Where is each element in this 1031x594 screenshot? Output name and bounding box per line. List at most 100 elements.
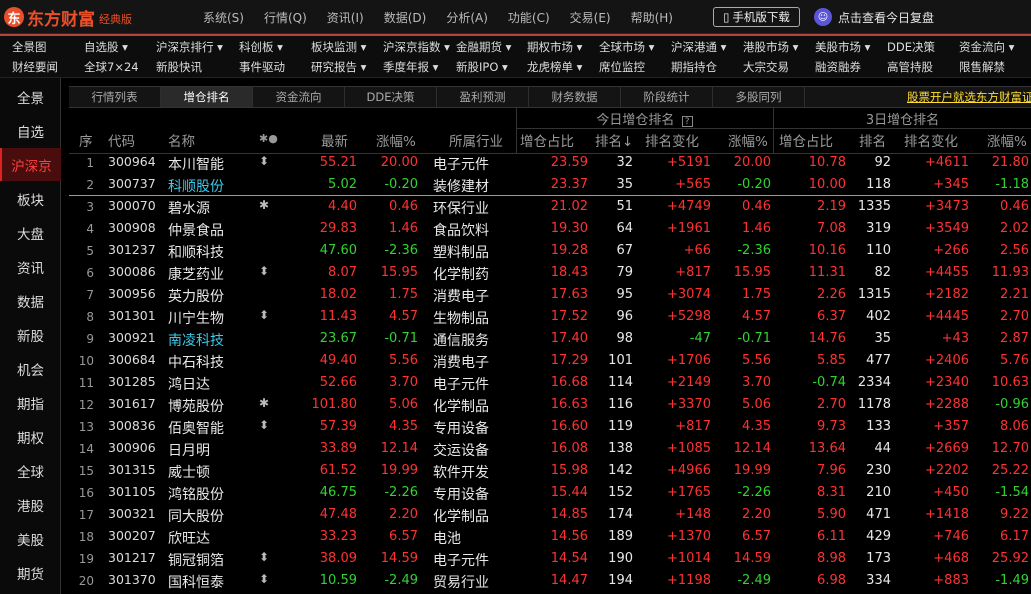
table-row[interactable]: 6 300086 康芝药业 ⬍ 8.07 15.95 化学制药 18.43 79 +817 15.9… — [69, 261, 1031, 283]
qm-dde[interactable]: DDE决策 — [887, 39, 935, 55]
sidebar-item-options[interactable]: 期权 — [0, 420, 61, 453]
sidebar-item-market[interactable]: 大盘 — [0, 216, 61, 249]
qm-hk-market[interactable]: 港股市场 ▾ — [743, 39, 798, 55]
help-icon[interactable]: ? — [681, 116, 693, 127]
menu-system[interactable]: 系统(S) — [203, 9, 244, 26]
sidebar-item-data[interactable]: 数据 — [0, 284, 61, 317]
table-row[interactable]: 5 301237 和顺科技 47.60 -2.36 塑料制品 19.28 67 +66 -2.36… — [69, 239, 1031, 261]
table-row[interactable]: 3 300070 碧水源 ✱ 4.40 0.46 环保行业 21.02 51 +4749 0.46 2… — [69, 195, 1031, 217]
qm-unlock[interactable]: 限售解禁 — [959, 59, 1005, 75]
qm-star-market[interactable]: 科创板 ▾ — [239, 39, 283, 55]
header-today-rank-change[interactable]: 排名变化 — [645, 130, 699, 150]
table-row[interactable]: 9 300921 南凌科技 23.67 -0.71 通信服务 17.40 98 -47 -0.71… — [69, 327, 1031, 349]
tab-stage-stats[interactable]: 阶段统计 — [621, 87, 713, 107]
qm-block-trade[interactable]: 大宗交易 — [743, 59, 789, 75]
header-3day-pct[interactable]: 涨幅% — [987, 130, 1027, 150]
qm-options[interactable]: 期权市场 ▾ — [527, 39, 582, 55]
sidebar-item-index-futures[interactable]: 期指 — [0, 386, 61, 419]
qm-futures[interactable]: 金融期货 ▾ — [456, 39, 511, 55]
header-flags[interactable]: ✱● — [259, 132, 278, 145]
qm-connect[interactable]: 沪深港通 ▾ — [671, 39, 726, 55]
sidebar-item-global[interactable]: 全球 — [0, 454, 61, 487]
header-price[interactable]: 最新 — [321, 130, 348, 150]
table-row[interactable]: 14 300906 日月明 33.89 12.14 交运设备 16.08 138 +1085 12… — [69, 437, 1031, 459]
qm-event-driven[interactable]: 事件驱动 — [239, 59, 285, 75]
header-name[interactable]: 名称 — [168, 130, 195, 150]
sidebar-item-opportunity[interactable]: 机会 — [0, 352, 61, 385]
header-code[interactable]: 代码 — [108, 130, 135, 150]
menu-help[interactable]: 帮助(H) — [631, 9, 673, 26]
qm-global-724[interactable]: 全球7×24 — [84, 59, 139, 75]
header-change-pct[interactable]: 涨幅% — [376, 130, 416, 150]
table-row[interactable]: 19 301217 铜冠铜箔 ⬍ 38.09 14.59 电子元件 14.54 190 +1014… — [69, 547, 1031, 569]
header-3day-rank-change[interactable]: 排名变化 — [904, 130, 958, 150]
sidebar-item-ipo[interactable]: 新股 — [0, 318, 61, 351]
daily-review-link[interactable]: ☺ 点击查看今日复盘 — [814, 8, 934, 26]
qm-insider[interactable]: 高管持股 — [887, 59, 933, 75]
table-row[interactable]: 18 300207 欣旺达 33.23 6.57 电池 14.56 189 +1370 6.57 6… — [69, 525, 1031, 547]
tab-multi-stock[interactable]: 多股同列 — [713, 87, 805, 107]
sidebar-item-sectors[interactable]: 板块 — [0, 182, 61, 215]
qm-ipo-news[interactable]: 新股快讯 — [156, 59, 202, 75]
qm-reports[interactable]: 季度年报 ▾ — [383, 59, 438, 75]
table-row[interactable]: 20 301370 国科恒泰 ⬍ 10.59 -2.49 贸易行业 14.47 194 +1198… — [69, 569, 1031, 591]
header-index[interactable]: 序 — [79, 130, 93, 150]
qm-index[interactable]: 沪深京指数 ▾ — [383, 39, 450, 55]
tab-dde[interactable]: DDE决策 — [345, 87, 437, 107]
qm-overview[interactable]: 全景图 — [12, 39, 47, 55]
table-row[interactable]: 7 300956 英力股份 18.02 1.75 消费电子 17.63 95 +3074 1.75… — [69, 283, 1031, 305]
tab-quote-list[interactable]: 行情列表 — [69, 87, 161, 107]
table-row[interactable]: 8 301301 川宁生物 ⬍ 11.43 4.57 生物制品 17.52 96 +5298 4.5… — [69, 305, 1031, 327]
qm-global[interactable]: 全球市场 ▾ — [599, 39, 654, 55]
table-row[interactable]: 13 300836 佰奥智能 ⬍ 57.39 4.35 专用设备 16.60 119 +817 4.… — [69, 415, 1031, 437]
header-industry[interactable]: 所属行业 — [449, 130, 503, 150]
qm-dragon-tiger[interactable]: 龙虎榜单 ▾ — [527, 59, 582, 75]
tab-financial-data[interactable]: 财务数据 — [529, 87, 621, 107]
qm-research[interactable]: 研究报告 ▾ — [311, 59, 366, 75]
header-3day-ratio[interactable]: 增仓占比 — [779, 130, 833, 150]
sidebar-item-hk-stocks[interactable]: 港股 — [0, 488, 61, 521]
table-row[interactable]: 11 301285 鸿日达 52.66 3.70 电子元件 16.68 114 +2149 3.7… — [69, 371, 1031, 393]
tab-position-ranking[interactable]: 增仓排名 — [161, 87, 253, 107]
sidebar-item-watchlist[interactable]: 自选 — [0, 114, 61, 147]
table-row[interactable]: 4 300908 仲景食品 29.83 1.46 食品饮料 19.30 64 +1961 1.46… — [69, 217, 1031, 239]
tab-earnings-forecast[interactable]: 盈利预测 — [437, 87, 529, 107]
sidebar-item-news[interactable]: 资讯 — [0, 250, 61, 283]
sidebar-item-us-stocks[interactable]: 美股 — [0, 522, 61, 555]
menu-functions[interactable]: 功能(C) — [508, 9, 550, 26]
menu-quotes[interactable]: 行情(Q) — [264, 9, 307, 26]
header-today-pct[interactable]: 涨幅% — [728, 130, 768, 150]
qm-watchlist[interactable]: 自选股 ▾ — [84, 39, 128, 55]
header-today-rank[interactable]: 排名↓ — [595, 130, 633, 150]
table-row[interactable]: 15 301315 威士顿 61.52 19.99 软件开发 15.98 142 +4966 19… — [69, 459, 1031, 481]
menu-analysis[interactable]: 分析(A) — [446, 9, 488, 26]
qm-fund-flow[interactable]: 资金流向 ▾ — [959, 39, 1014, 55]
mobile-download-button[interactable]: ▯ 手机版下载 — [713, 7, 800, 27]
promo-link[interactable]: 股票开户就选东方财富证券>> — [907, 89, 1031, 105]
qm-finance-news[interactable]: 财经要闻 — [12, 59, 58, 75]
menu-trade[interactable]: 交易(E) — [570, 9, 611, 26]
qm-futures-position[interactable]: 期指持仓 — [671, 59, 717, 75]
header-today-ratio[interactable]: 增仓占比 — [520, 130, 574, 150]
cell-3day-rank-change: +345 — [933, 177, 969, 192]
qm-ipo[interactable]: 新股IPO ▾ — [456, 59, 508, 75]
qm-sector-monitor[interactable]: 板块监测 ▾ — [311, 39, 366, 55]
table-row[interactable]: 12 301617 博苑股份 ✱ 101.80 5.06 化学制品 16.63 116 +3370… — [69, 393, 1031, 415]
menu-news[interactable]: 资讯(I) — [327, 9, 364, 26]
menu-data[interactable]: 数据(D) — [384, 9, 427, 26]
table-row[interactable]: 16 301105 鸿铭股份 46.75 -2.26 专用设备 15.44 152 +1765 -… — [69, 481, 1031, 503]
sidebar-item-futures[interactable]: 期货 — [0, 556, 61, 589]
sidebar-item-a-shares[interactable]: 沪深京 — [0, 148, 61, 181]
table-row[interactable]: 1 300964 本川智能 ⬍ 55.21 20.00 电子元件 23.59 32 +5191 20… — [69, 151, 1031, 173]
table-row[interactable]: 2 300737 科顺股份 5.02 -0.20 装修建材 23.37 35 +565 -0.20… — [69, 173, 1031, 195]
cell-today-rank-change: +66 — [683, 243, 711, 258]
qm-us-market[interactable]: 美股市场 ▾ — [815, 39, 870, 55]
qm-ranking[interactable]: 沪深京排行 ▾ — [156, 39, 223, 55]
tab-fund-flow[interactable]: 资金流向 — [253, 87, 345, 107]
table-row[interactable]: 10 300684 中石科技 49.40 5.56 消费电子 17.29 101 +1706 5.… — [69, 349, 1031, 371]
table-row[interactable]: 17 300321 同大股份 47.48 2.20 化学制品 14.85 174 +148 2.2… — [69, 503, 1031, 525]
sidebar-item-overview[interactable]: 全景 — [0, 80, 61, 113]
header-3day-rank[interactable]: 排名 — [859, 130, 886, 150]
qm-margin[interactable]: 融资融券 — [815, 59, 861, 75]
qm-seat-monitor[interactable]: 席位监控 — [599, 59, 645, 75]
